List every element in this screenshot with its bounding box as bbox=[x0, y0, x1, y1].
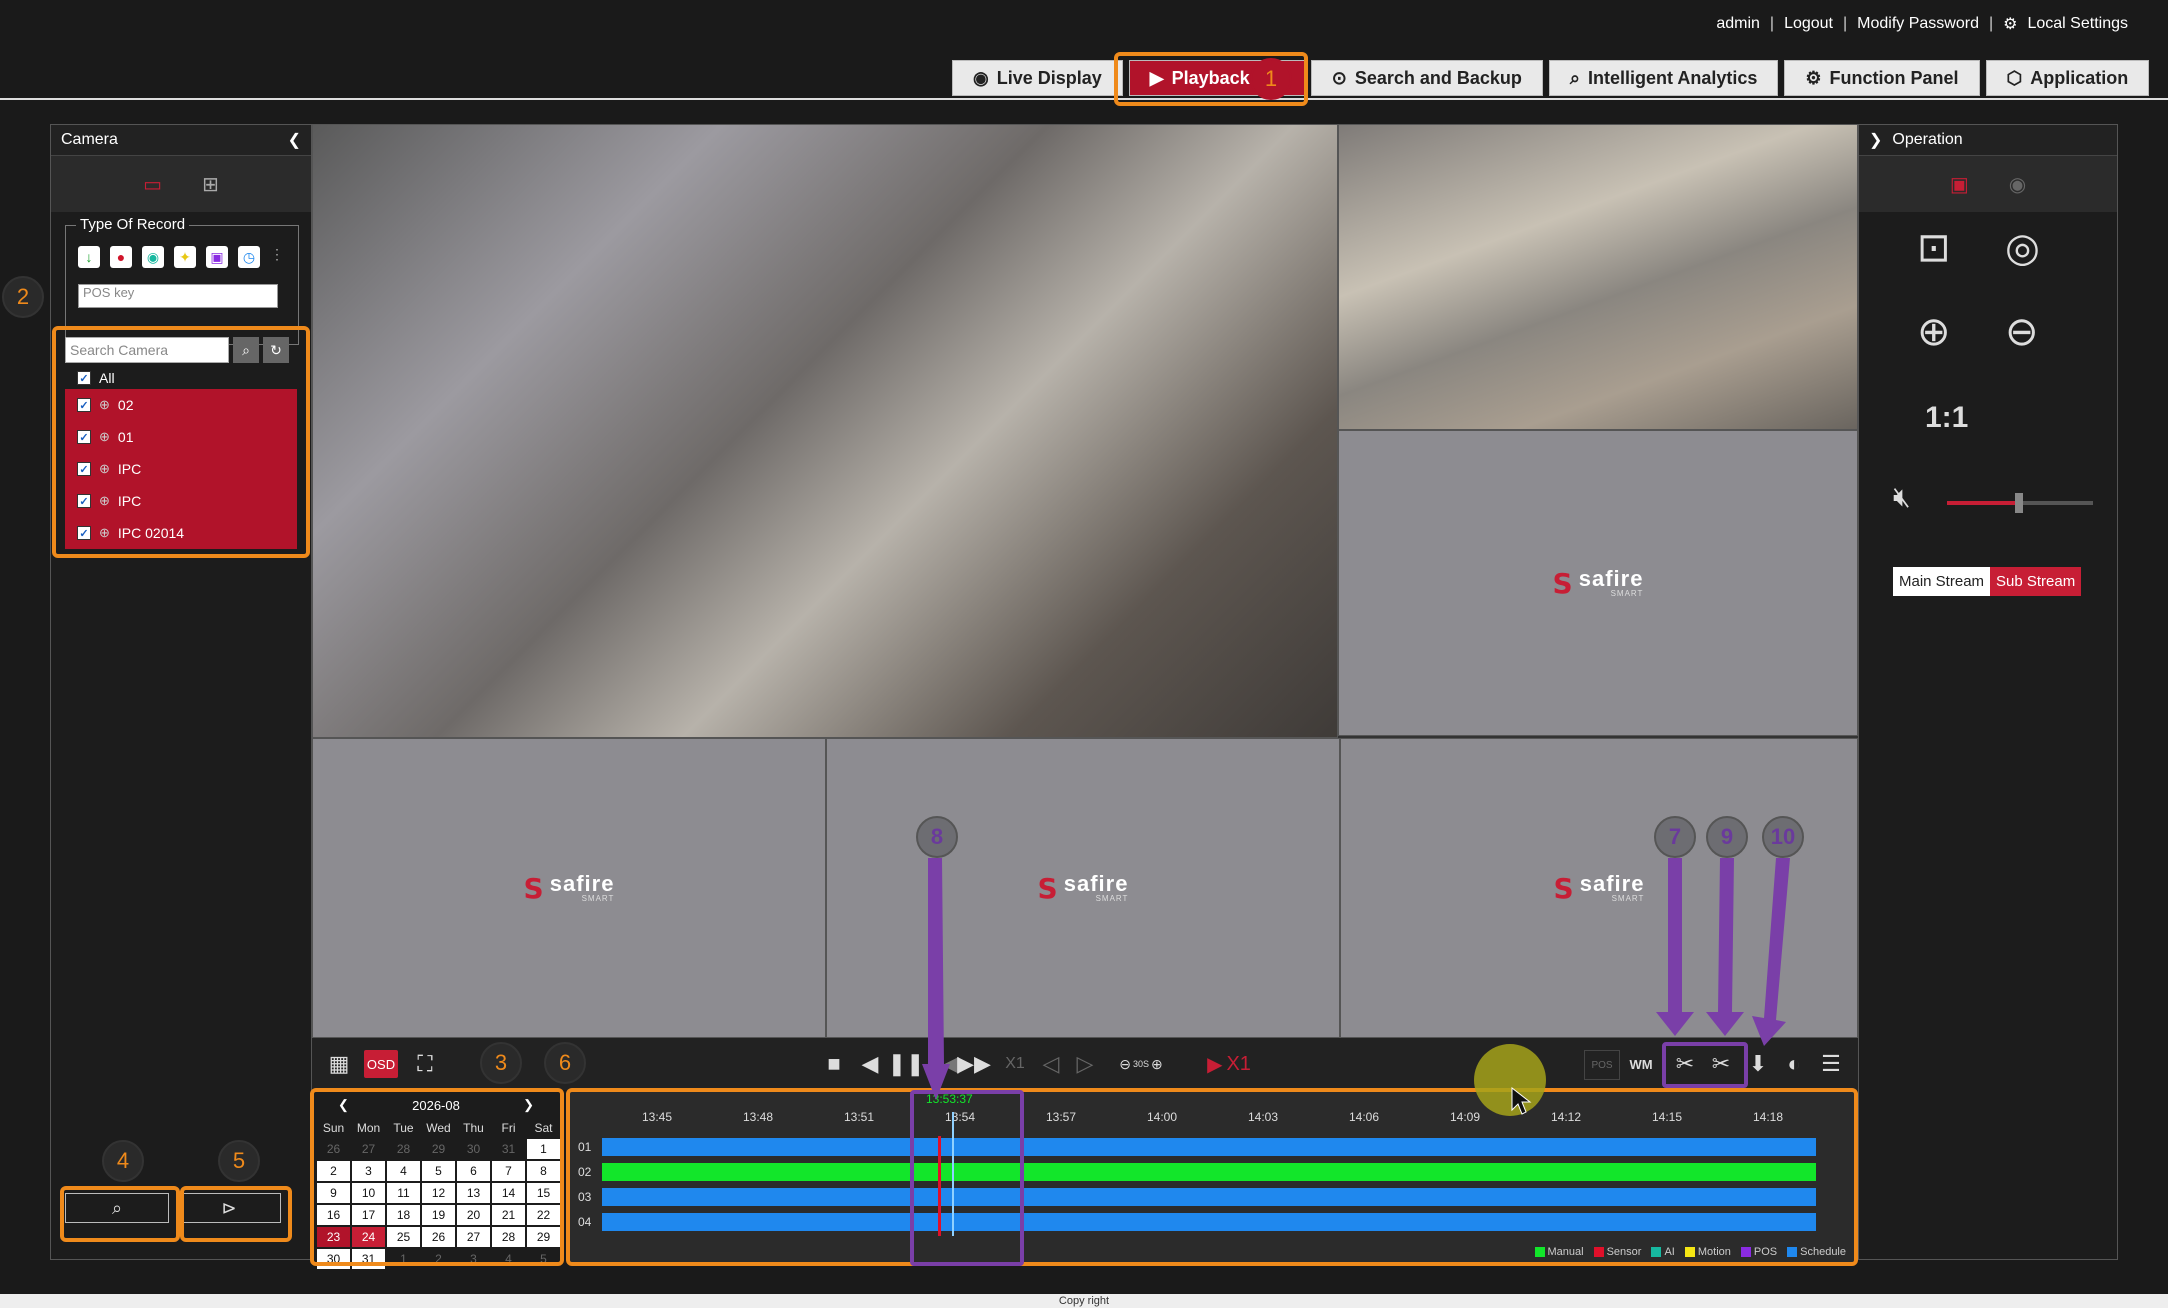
arrow-8 bbox=[922, 858, 950, 1100]
arrow-7 bbox=[1656, 858, 1694, 1036]
arrow-10 bbox=[1752, 858, 1790, 1046]
footer: Copy right bbox=[0, 1294, 2168, 1308]
arrow-9 bbox=[1706, 858, 1744, 1036]
click-indicator bbox=[1474, 1044, 1546, 1116]
annotation-arrows bbox=[922, 858, 1790, 1116]
